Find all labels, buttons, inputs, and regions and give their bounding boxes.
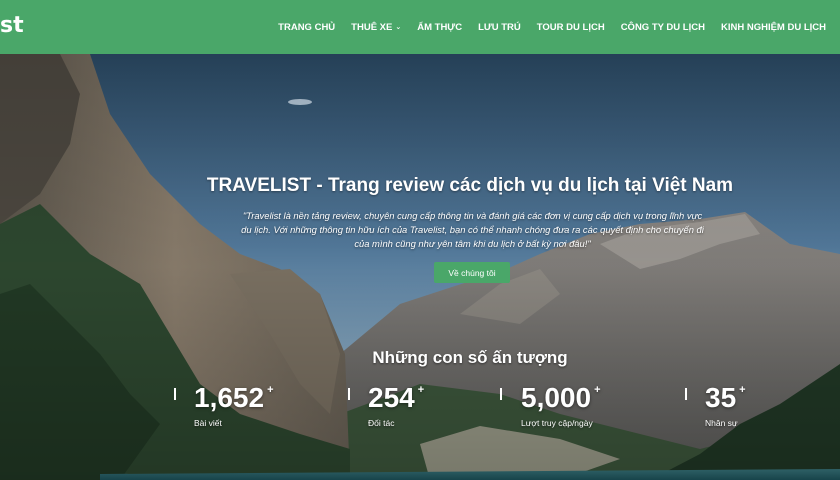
hero-description-line: của mình cũng như yên tâm khi du lịch ở … [354, 238, 591, 249]
about-us-button[interactable]: Về chúng tôi [434, 262, 510, 283]
nav-item-tours[interactable]: TOUR DU LỊCH [537, 22, 605, 33]
hero-content: TRAVELIST - Trang review các dịch vụ du … [0, 54, 840, 480]
hero-title: TRAVELIST - Trang review các dịch vụ du … [206, 175, 734, 196]
stat-divider [348, 388, 350, 400]
hero-description: "Travelist là nền tảng review, chuyên cu… [215, 209, 730, 251]
nav-label: TRANG CHỦ [278, 21, 336, 33]
nav-label: CÔNG TY DU LỊCH [620, 21, 705, 33]
nav-label: TOUR DU LỊCH [536, 21, 605, 33]
stat-divider [174, 388, 176, 400]
nav-item-home[interactable]: TRANG CHỦ [278, 22, 335, 33]
chevron-down-icon: ⌄ [395, 24, 402, 31]
stat-suffix: + [267, 384, 274, 396]
stat-value: 254 + [368, 382, 424, 414]
nav-label: ẨM THỰC [417, 21, 463, 33]
nav-item-travel-companies[interactable]: CÔNG TY DU LỊCH [621, 22, 705, 33]
stat-number: 5,000 [521, 382, 592, 413]
stat-label: Nhân sự [705, 418, 738, 428]
stat-divider [500, 388, 502, 400]
stat-value: 5,000 + [521, 382, 601, 414]
nav-item-food[interactable]: ẨM THỰC [417, 22, 462, 33]
nav-label: LƯU TRÚ [478, 21, 521, 33]
hero-section: TRAVELIST - Trang review các dịch vụ du … [0, 54, 840, 480]
stat-label: Lượt truy cập/ngày [521, 418, 593, 428]
stat-suffix: + [739, 384, 746, 396]
stat-label: Bài viết [194, 418, 222, 428]
stat-label: Đối tác [368, 418, 395, 428]
stat-number: 1,652 [194, 382, 265, 413]
nav-label: KINH NGHIỆM DU LỊCH [720, 21, 826, 33]
stat-value: 1,652 + [194, 382, 274, 414]
stat-value: 35 + [705, 382, 746, 414]
stat-suffix: + [417, 384, 425, 396]
site-logo[interactable]: st [0, 13, 24, 38]
stat-divider [685, 388, 687, 400]
nav-item-car-rental[interactable]: THUÊ XE ⌄ [351, 22, 401, 33]
stats-title: Những con số ấn tượng [372, 348, 568, 367]
stat-number: 254 [368, 382, 415, 413]
nav-item-travel-experience[interactable]: KINH NGHIỆM DU LỊCH [721, 22, 826, 33]
main-nav: TRANG CHỦ THUÊ XE ⌄ ẨM THỰC LƯU TRÚ TOUR … [278, 0, 826, 54]
stat-number: 35 [705, 382, 737, 413]
stat-suffix: + [594, 384, 601, 396]
site-header: st TRANG CHỦ THUÊ XE ⌄ ẨM THỰC LƯU TRÚ TO… [0, 0, 840, 54]
hero-description-line: "Travelist là nền tảng review, chuyên cu… [242, 210, 703, 221]
hero-description-line: du lịch. Với những thông tin hữu ích của… [241, 224, 704, 235]
nav-item-accommodation[interactable]: LƯU TRÚ [478, 22, 521, 33]
nav-label: THUÊ XE [351, 21, 393, 33]
